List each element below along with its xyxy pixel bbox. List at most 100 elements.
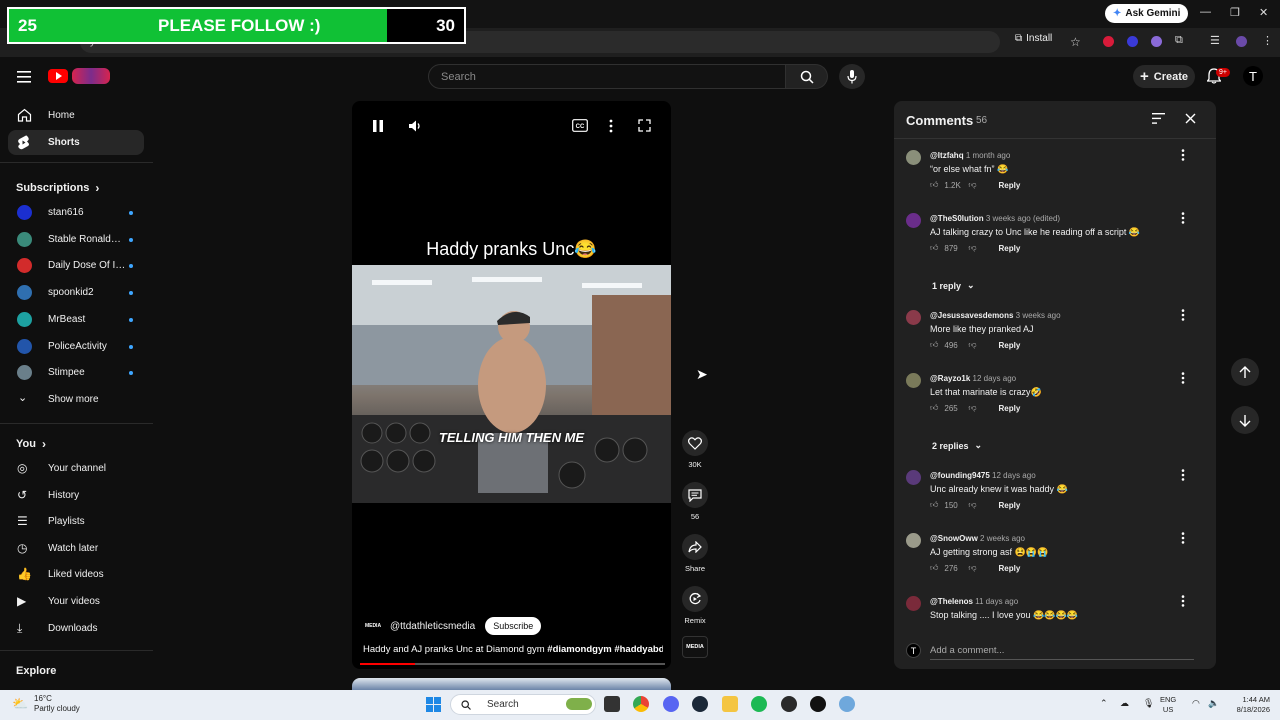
video-progress-bar[interactable] [360, 663, 665, 665]
video-description[interactable]: Haddy and AJ pranks Unc at Diamond gym #… [363, 644, 663, 655]
task-view-icon[interactable] [604, 696, 620, 712]
commenter-avatar[interactable] [906, 310, 921, 325]
comment-more-icon[interactable] [1181, 595, 1185, 607]
volume-tray-icon[interactable]: 🔈 [1208, 698, 1219, 708]
spotify-taskbar-icon[interactable] [751, 696, 767, 712]
extension-purple-icon[interactable] [1151, 36, 1162, 47]
share-button[interactable]: Share [682, 534, 708, 573]
sidebar-item-liked-videos[interactable]: 👍 Liked videos [8, 562, 144, 587]
chrome-taskbar-icon[interactable] [633, 696, 649, 712]
commenter-avatar[interactable] [906, 533, 921, 548]
like-icon[interactable]: 👍︎ [930, 500, 938, 510]
you-heading[interactable]: You › [16, 437, 46, 451]
profile-avatar-icon[interactable] [1236, 36, 1247, 47]
menu-icon[interactable] [17, 71, 31, 83]
volume-icon[interactable] [408, 119, 422, 133]
extension-blue-icon[interactable] [1127, 36, 1138, 47]
commenter-avatar[interactable] [906, 596, 921, 611]
reply-button[interactable]: Reply [999, 244, 1021, 253]
dislike-icon[interactable]: 👎︎ [968, 243, 976, 253]
comment-more-icon[interactable] [1181, 469, 1185, 481]
windows-start-icon[interactable] [426, 697, 441, 712]
pause-icon[interactable] [372, 119, 384, 133]
mic-tray-icon[interactable]: 🎙 [1143, 698, 1154, 708]
bookmark-star-icon[interactable]: ☆ [1070, 35, 1081, 49]
channel-name[interactable]: @ttdathleticsmedia [390, 621, 475, 632]
comment-author[interactable]: @TheS0lution [930, 214, 984, 223]
dislike-icon[interactable]: 👎︎ [968, 403, 976, 413]
commenter-avatar[interactable] [906, 373, 921, 388]
subscription-item[interactable]: spoonkid2 [8, 281, 144, 303]
reply-button[interactable]: Reply [999, 181, 1021, 190]
create-button[interactable]: + Create [1133, 65, 1195, 88]
comment-more-icon[interactable] [1181, 532, 1185, 544]
like-icon[interactable]: 👍︎ [930, 563, 938, 573]
like-icon[interactable]: 👍︎ [930, 403, 938, 413]
subscription-item[interactable]: MrBeast [8, 308, 144, 330]
dislike-icon[interactable]: 👎︎ [968, 180, 976, 190]
sidebar-item-watch-later[interactable]: ◷ Watch later [8, 536, 144, 561]
like-icon[interactable]: 👍︎ [930, 340, 938, 350]
account-avatar[interactable]: T [1243, 66, 1263, 86]
comment-author[interactable]: @Rayzo1k [930, 374, 970, 383]
dislike-icon[interactable]: 👎︎ [968, 563, 976, 573]
next-short-preview[interactable] [352, 678, 671, 690]
reply-button[interactable]: Reply [999, 501, 1021, 510]
install-app-button[interactable]: ⧉ Install [1015, 33, 1052, 44]
previous-short-button[interactable] [1231, 358, 1259, 386]
dislike-icon[interactable]: 👎︎ [968, 500, 976, 510]
minimize-icon[interactable]: — [1200, 6, 1211, 18]
reading-list-icon[interactable]: ☰ [1210, 34, 1220, 47]
steam-taskbar-icon[interactable] [692, 696, 708, 712]
sidebar-item-playlists[interactable]: ☰ Playlists [8, 509, 144, 534]
remix-button[interactable]: Remix [682, 586, 708, 625]
subscription-item[interactable]: stan616 [8, 201, 144, 223]
tray-overflow-icon[interactable]: ⌃ [1100, 698, 1108, 708]
subscription-item[interactable]: Stable Ronaldo L... [8, 228, 144, 250]
weather-widget[interactable]: 16°C Partly cloudy [34, 694, 80, 714]
reply-button[interactable]: Reply [999, 404, 1021, 413]
sidebar-item-your-videos[interactable]: ▶ Your videos [8, 589, 144, 614]
comment-more-icon[interactable] [1181, 309, 1185, 321]
next-short-button[interactable] [1231, 406, 1259, 434]
comment-author[interactable]: @Itzfahq [930, 151, 964, 160]
commenter-avatar[interactable] [906, 213, 921, 228]
restore-icon[interactable]: ❐ [1230, 6, 1240, 19]
video-frame[interactable]: TELLING HIM THEN ME [352, 265, 671, 503]
comment-author[interactable]: @Jesussavesdemons [930, 311, 1013, 320]
ask-gemini-button[interactable]: ✦ Ask Gemini [1105, 4, 1189, 23]
search-button[interactable] [786, 64, 828, 89]
subscription-item[interactable]: PoliceActivity [8, 335, 144, 357]
file-explorer-icon[interactable] [722, 696, 738, 712]
subscription-item[interactable]: Daily Dose Of Int... [8, 254, 144, 276]
shorts-player[interactable]: CC Haddy pranks Unc😂 TELLING HIM THEN ME… [352, 101, 671, 669]
comment-more-icon[interactable] [1181, 372, 1185, 384]
browser-menu-icon[interactable]: ⋮ [1262, 34, 1273, 47]
dislike-icon[interactable]: 👎︎ [968, 340, 976, 350]
captions-icon[interactable]: CC [572, 119, 588, 132]
search-input[interactable]: Search [428, 64, 786, 89]
sidebar-item-history[interactable]: ↺ History [8, 483, 144, 508]
like-icon[interactable]: 👍︎ [930, 180, 938, 190]
comment-author[interactable]: @Thelenos [930, 597, 973, 606]
cloud-icon[interactable]: ☁ [1120, 698, 1129, 708]
show-more-button[interactable]: ⌄ Show more [8, 388, 144, 410]
wifi-icon[interactable]: ◠ [1192, 698, 1200, 708]
app-taskbar-icon-2[interactable] [839, 696, 855, 712]
reply-button[interactable]: Reply [999, 564, 1021, 573]
extensions-puzzle-icon[interactable]: ⧉ [1175, 34, 1183, 47]
sidebar-item-channel[interactable]: ◎ Your channel [8, 456, 144, 481]
weather-icon[interactable]: ⛅ [12, 696, 28, 712]
language-indicator[interactable]: ENG US [1160, 695, 1176, 715]
more-options-icon[interactable] [609, 119, 613, 133]
channel-avatar[interactable]: MEDIA [362, 618, 384, 634]
sidebar-item-downloads[interactable]: ⤓ Downloads [8, 616, 144, 641]
youtube-logo[interactable] [48, 68, 110, 84]
voice-search-button[interactable] [839, 64, 865, 89]
close-window-icon[interactable]: ✕ [1259, 6, 1268, 19]
obs-taskbar-icon[interactable] [810, 696, 826, 712]
subscriptions-heading[interactable]: Subscriptions › [16, 181, 99, 195]
reply-button[interactable]: Reply [999, 341, 1021, 350]
view-replies-button[interactable]: 2 replies ⌄ [932, 440, 982, 451]
description-hashtags[interactable]: #diamondgym #haddyabd... [547, 644, 663, 655]
